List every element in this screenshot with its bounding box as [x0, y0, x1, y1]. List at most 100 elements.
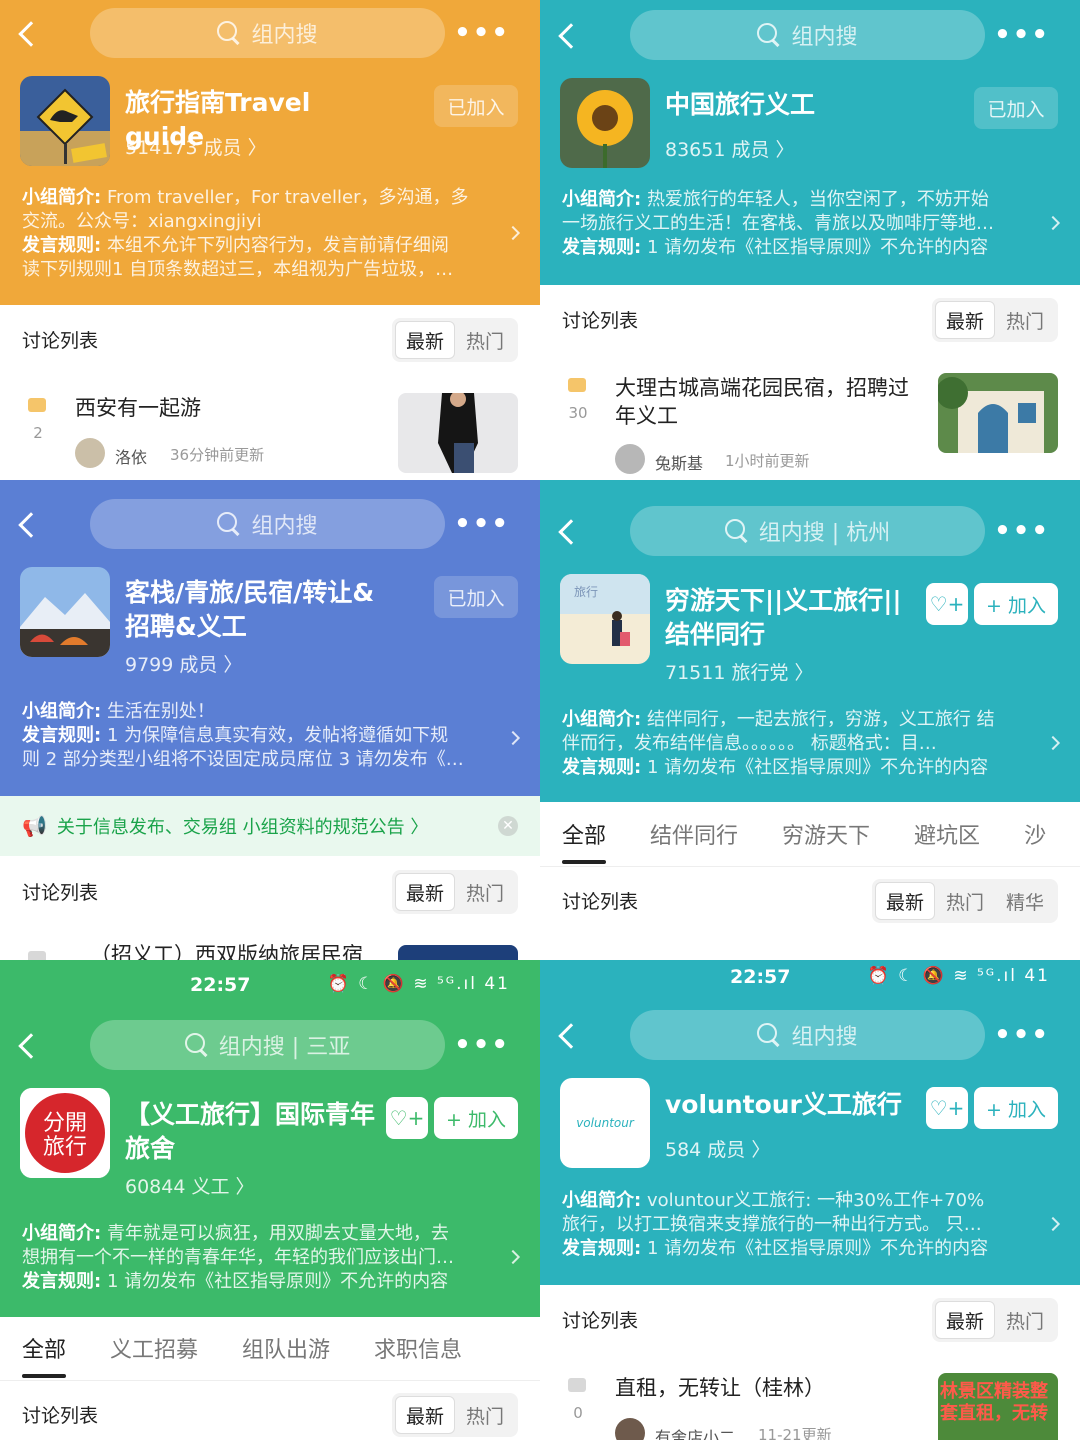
group-intro[interactable]: 小组简介: 结伴同行，一起去旅行，穷游，义工旅行 结 伴而行，发布结伴信息。。。…: [562, 708, 1032, 780]
chevron-right-icon[interactable]: [505, 730, 521, 746]
intro-label: 小组简介:: [22, 701, 102, 722]
comment-icon: [568, 1378, 586, 1392]
group-header: 22:57 ⏰ ☾ 🔕 ≋ ⁵ᴳ.ıl 41 组内搜 ••• voluntour…: [540, 960, 1080, 1285]
tab-all[interactable]: 全部: [22, 1332, 67, 1378]
rules-label: 发言规则:: [22, 725, 102, 746]
join-button[interactable]: + 加入: [434, 1097, 518, 1139]
group-panel-budget-travel: 组内搜 | 杭州 ••• 旅行 穷游天下||义工旅行||结伴同行 71511 旅…: [540, 480, 1080, 960]
joined-button[interactable]: 已加入: [974, 87, 1058, 129]
group-search-input[interactable]: 组内搜: [90, 8, 445, 58]
chevron-right-icon[interactable]: [1045, 735, 1061, 751]
member-count[interactable]: 71511 旅行党 〉: [665, 658, 814, 685]
tab-job-info[interactable]: 求职信息: [374, 1332, 462, 1364]
search-placeholder: 组内搜: [791, 25, 858, 50]
joined-button[interactable]: 已加入: [434, 85, 518, 127]
post-title: 大理古城高端花园民宿，招聘过年义工: [615, 376, 909, 428]
intro-text-2: 伴而行，发布结伴信息。。。。。。 标题格式：目…: [562, 733, 937, 754]
sort-hot-button[interactable]: 热门: [995, 1301, 1055, 1339]
back-icon[interactable]: [558, 519, 584, 545]
post-thumbnail: [938, 373, 1058, 453]
notice-banner[interactable]: 📢 关于信息发布、交易组 小组资料的规范公告 〉 ✕: [0, 796, 540, 856]
chevron-right-icon[interactable]: [1045, 215, 1061, 231]
more-icon[interactable]: •••: [454, 1030, 510, 1060]
discussion-title: 讨论列表: [562, 891, 639, 913]
post-title: 直租，无转让（桂林）: [615, 1376, 825, 1400]
sort-latest-button[interactable]: 最新: [875, 882, 935, 920]
more-icon[interactable]: •••: [454, 18, 510, 48]
chevron-right-icon[interactable]: [505, 225, 521, 241]
group-intro[interactable]: 小组简介: From traveller，For traveller，多沟通，多…: [22, 186, 492, 282]
sort-hot-button[interactable]: 热门: [455, 321, 515, 359]
member-count[interactable]: 60844 义工 〉: [125, 1172, 255, 1199]
member-count[interactable]: 9799 成员 〉: [125, 650, 242, 677]
rules-text-2: 读下列规则1 自顶条数超过三，本组视为广告垃圾，…: [22, 259, 454, 280]
tab-more[interactable]: 沙: [1024, 818, 1046, 850]
more-icon[interactable]: •••: [994, 20, 1050, 50]
more-icon[interactable]: •••: [454, 509, 510, 539]
back-icon[interactable]: [18, 21, 44, 47]
sort-hot-button[interactable]: 热门: [995, 301, 1055, 339]
sort-hot-button[interactable]: 热门: [455, 873, 515, 911]
more-icon[interactable]: •••: [994, 1020, 1050, 1050]
sort-latest-button[interactable]: 最新: [395, 321, 455, 359]
join-button[interactable]: + 加入: [974, 583, 1058, 625]
member-count[interactable]: 83651 成员 〉: [665, 135, 795, 162]
group-search-input[interactable]: 组内搜 | 杭州: [630, 506, 985, 556]
avatar-logo-text: voluntour: [576, 1116, 634, 1130]
close-icon[interactable]: ✕: [498, 816, 518, 836]
group-intro[interactable]: 小组简介: 生活在别处！ 发言规则: 1 为保障信息真实有效，发帖将遵循如下规 …: [22, 700, 492, 772]
tab-group-trip[interactable]: 组队出游: [242, 1332, 330, 1364]
tab-pitfalls[interactable]: 避坑区: [914, 818, 980, 850]
follow-icon[interactable]: ♡+: [386, 1097, 428, 1139]
chevron-right-icon[interactable]: [1045, 1216, 1061, 1232]
tab-all[interactable]: 全部: [562, 818, 607, 864]
join-button[interactable]: + 加入: [974, 1087, 1058, 1129]
post-thumbnail: [398, 945, 518, 960]
sort-latest-button[interactable]: 最新: [935, 1301, 995, 1339]
group-search-input[interactable]: 组内搜: [90, 499, 445, 549]
svg-text:旅行: 旅行: [574, 585, 598, 599]
group-intro[interactable]: 小组简介: voluntour义工旅行: 一种30%工作+70% 旅行，以打工换…: [562, 1189, 1032, 1261]
comment-icon: [28, 951, 46, 960]
discussion-title: 讨论列表: [562, 310, 639, 332]
follow-icon[interactable]: ♡+: [926, 1087, 968, 1129]
rules-label: 发言规则:: [562, 237, 642, 258]
post-item[interactable]: 2 西安有一起游 洛依 36分钟前更新: [0, 380, 540, 480]
back-icon[interactable]: [18, 1033, 44, 1059]
chevron-right-icon[interactable]: [505, 1249, 521, 1265]
sort-latest-button[interactable]: 最新: [395, 1396, 455, 1434]
member-count[interactable]: 584 成员 〉: [665, 1135, 770, 1162]
back-icon[interactable]: [558, 1023, 584, 1049]
sort-latest-button[interactable]: 最新: [395, 873, 455, 911]
group-intro[interactable]: 小组简介: 青年就是可以疯狂，用双脚去丈量大地，去 想拥有一个不一样的青春年华，…: [22, 1222, 492, 1294]
comment-count: 0: [573, 1404, 583, 1422]
rules-text: 1 请勿发布《社区指导原则》不允许的内容: [646, 237, 989, 258]
author-avatar: [615, 1418, 645, 1440]
group-search-input[interactable]: 组内搜 | 三亚: [90, 1020, 445, 1070]
post-item[interactable]: 30 大理古城高端花园民宿，招聘过年义工 兔斯基 1小时前更新: [540, 360, 1080, 480]
sort-toggle: 最新 热门: [932, 1298, 1058, 1342]
post-item[interactable]: （招义工）西双版纳旅居民宿: [0, 935, 540, 960]
follow-icon[interactable]: ♡+: [926, 583, 968, 625]
search-icon: [724, 519, 749, 543]
group-search-input[interactable]: 组内搜: [630, 10, 985, 60]
post-item[interactable]: 0 直租，无转让（桂林） 有舍店小二 11-21更新 林景区精装整套直租，无转: [540, 1360, 1080, 1440]
member-count[interactable]: 514173 成员 〉: [125, 133, 267, 160]
sort-featured-button[interactable]: 精华: [995, 882, 1055, 920]
back-icon[interactable]: [558, 23, 584, 49]
group-search-input[interactable]: 组内搜: [630, 1010, 985, 1060]
category-tabs: 全部 义工招募 组队出游 求职信息: [0, 1317, 540, 1379]
back-icon[interactable]: [18, 512, 44, 538]
tab-companion[interactable]: 结伴同行: [650, 818, 738, 850]
intro-text-2: 想拥有一个不一样的青春年华，年轻的我们应该出门…: [22, 1247, 454, 1268]
joined-button[interactable]: 已加入: [434, 576, 518, 618]
group-intro[interactable]: 小组简介: 热爱旅行的年轻人，当你空闲了，不妨开始 一场旅行义工的生活！在客栈、…: [562, 188, 1032, 260]
tab-budget-travel[interactable]: 穷游天下: [782, 818, 870, 850]
tab-volunteer-recruit[interactable]: 义工招募: [110, 1332, 198, 1364]
discussion-header: 讨论列表 最新 热门: [0, 1380, 540, 1440]
discussion-header: 讨论列表 最新 热门: [0, 858, 540, 922]
sort-hot-button[interactable]: 热门: [455, 1396, 515, 1434]
sort-hot-button[interactable]: 热门: [935, 882, 995, 920]
more-icon[interactable]: •••: [994, 516, 1050, 546]
sort-latest-button[interactable]: 最新: [935, 301, 995, 339]
